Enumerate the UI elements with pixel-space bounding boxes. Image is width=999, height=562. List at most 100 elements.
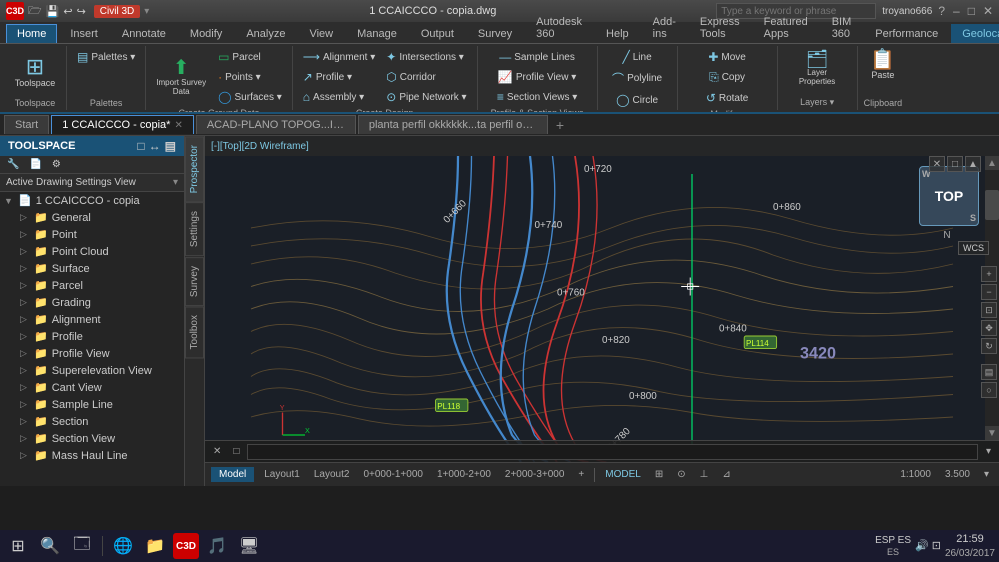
toolbox-tab[interactable]: Toolbox [185,306,204,358]
intersections-btn[interactable]: ✦ Intersections ▾ [382,48,470,66]
surfaces-btn[interactable]: ◯ Surfaces ▾ [214,88,286,106]
palettes-btn[interactable]: ▤ Palettes ▾ [73,48,139,66]
polyline-btn[interactable]: ⌒ Polyline [608,68,666,89]
profile-view-btn[interactable]: 📈 Profile View ▾ [494,68,580,86]
tab-annotate[interactable]: Annotate [111,24,177,43]
tab-autodesk360[interactable]: Autodesk 360 [525,12,593,43]
command-line-input[interactable] [247,444,978,460]
scale-label[interactable]: 1:1000 [896,468,935,481]
explorer-btn[interactable]: 📁 [141,532,169,560]
vp-restore-s-btn[interactable]: □ [229,445,243,458]
elevation-label[interactable]: 3.500 [941,468,974,481]
maximize-btn[interactable]: □ [968,4,975,18]
layer-properties-btn[interactable]: 🗂 LayerProperties [795,48,839,88]
corridor-btn[interactable]: ⬡ Corridor [382,68,470,86]
vp-maximize-btn[interactable]: ▲ [965,156,981,172]
survey-tab[interactable]: Survey [185,257,204,306]
cad-canvas[interactable]: 0+720 0+860 0+660 0+740 0+760 0+820 0+84… [205,156,999,462]
layout2-tab[interactable]: Layout2 [310,468,354,481]
tab-file-2[interactable]: ACAD-PLANO TOPOG...ILLCA PLANTA OK*✕ [196,115,356,134]
ts-node-sectionview[interactable]: ▷ 📁 Section View [0,430,184,447]
layout1-tab[interactable]: Layout1 [260,468,304,481]
ts-node-sampleline[interactable]: ▷ 📁 Sample Line [0,396,184,413]
points-btn[interactable]: · Points ▾ [214,68,286,86]
tab-file-3[interactable]: planta perfil okkkkkk...ta perfil okkkkk… [358,115,548,134]
dropdown-arrow[interactable]: ▾ [144,6,149,17]
clock[interactable]: 21:59 26/03/2017 [945,532,995,559]
ts-icon-pin[interactable]: ↔ [149,139,161,153]
tab-view[interactable]: View [298,24,344,43]
tab-output[interactable]: Output [410,24,465,43]
quick-undo[interactable]: ↩ [63,5,72,18]
ts-node-root[interactable]: ▼ 📄 1 CCAICCCO - copia [0,192,184,209]
tab-survey[interactable]: Survey [467,24,523,43]
close-btn[interactable]: ✕ [983,4,993,18]
toolspace-btn[interactable]: ⊞ Toolspace [10,54,60,90]
quick-redo[interactable]: ↪ [77,5,86,18]
close-tab-1[interactable]: ✕ [174,120,182,131]
ts-node-profile[interactable]: ▷ 📁 Profile [0,328,184,345]
station-1-tab[interactable]: 0+000-1+000 [359,468,427,481]
alignment-btn[interactable]: ⟶ Alignment ▾ [299,48,379,66]
zoom-extent-btn[interactable]: ⊡ [981,302,997,318]
ts-btn-2[interactable]: 📄 [26,158,44,171]
help-btn[interactable]: ? [938,4,945,18]
prospector-tab[interactable]: Prospector [185,136,204,202]
pan-btn[interactable]: ✥ [981,320,997,336]
tab-home[interactable]: Home [6,24,57,43]
add-tab-btn[interactable]: + [574,468,588,481]
ts-node-profileview[interactable]: ▷ 📁 Profile View [0,345,184,362]
nav-cube-face[interactable]: W TOP S [919,166,979,226]
quick-save[interactable]: 🗁 [28,2,42,21]
tab-insert[interactable]: Insert [59,24,109,43]
tab-geolocation[interactable]: Geolocation [951,24,999,43]
vp-close-btn[interactable]: ✕ [929,156,945,172]
ts-node-general[interactable]: ▷ 📁 General [0,209,184,226]
move-btn[interactable]: ✚ Move [704,48,750,66]
tab-help[interactable]: Help [595,24,640,43]
profile-ribbon-btn[interactable]: ↗ Profile ▾ [299,68,379,86]
model-mode-btn[interactable]: MODEL [601,468,645,481]
steering-wheel-btn[interactable]: ○ [981,382,997,398]
rotate-btn[interactable]: ↺ Rotate [702,89,753,107]
tab-expresstools[interactable]: Express Tools [689,12,751,43]
ts-node-masshaulline[interactable]: ▷ 📁 Mass Haul Line [0,447,184,464]
ts-dropdown[interactable]: Active Drawing Settings View ▾ [0,174,184,192]
ts-node-cantview[interactable]: ▷ 📁 Cant View [0,379,184,396]
zoom-in-btn[interactable]: + [981,266,997,282]
tab-manage[interactable]: Manage [346,24,408,43]
vp-close-x-btn[interactable]: ✕ [209,445,225,458]
tab-addins[interactable]: Add-ins [642,12,687,43]
system-tray[interactable]: 🔊 ⊡ [915,539,941,552]
ts-node-superelevation[interactable]: ▷ 📁 Superelevation View [0,362,184,379]
ts-node-surface[interactable]: ▷ 📁 Surface [0,260,184,277]
ts-node-section[interactable]: ▷ 📁 Section [0,413,184,430]
tab-file-1[interactable]: 1 CCAICCCO - copia*✕ [51,115,194,134]
assembly-btn[interactable]: ⌂ Assembly ▾ [299,88,379,106]
ts-node-pointcloud[interactable]: ▷ 📁 Point Cloud [0,243,184,260]
station-2-tab[interactable]: 1+000-2+00 [433,468,495,481]
tab-performance[interactable]: Performance [864,24,949,43]
minimize-btn[interactable]: – [953,4,960,18]
zoom-out-btn[interactable]: − [981,284,997,300]
grid-btn[interactable]: ⊞ [651,468,667,481]
sample-lines-btn[interactable]: — Sample Lines [495,48,579,66]
command-autocomplete-btn[interactable]: ▾ [982,445,995,458]
autocad-taskbar-btn[interactable]: C3D [173,533,199,559]
copy-btn[interactable]: ⎘ Copy [705,68,749,87]
monitor-btn[interactable]: 🖥 [235,532,263,560]
search-taskbar-btn[interactable]: 🔍 [36,532,64,560]
tab-start[interactable]: Start [4,115,49,134]
ortho-btn[interactable]: ⊥ [696,468,713,481]
vp-restore-btn[interactable]: □ [947,156,963,172]
tab-modify[interactable]: Modify [179,24,233,43]
taskview-btn[interactable]: 🗔 [68,532,96,560]
section-views-btn[interactable]: ≡ Section Views ▾ [493,88,581,106]
viewport[interactable]: [-][Top][2D Wireframe] [205,136,999,462]
ts-btn-1[interactable]: 🔧 [4,158,22,171]
ts-node-grading[interactable]: ▷ 📁 Grading [0,294,184,311]
snap-btn[interactable]: ⊙ [673,468,689,481]
paste-btn[interactable]: 📋 Paste [866,48,899,82]
quick-open[interactable]: 💾 [46,5,60,18]
ts-node-alignment[interactable]: ▷ 📁 Alignment [0,311,184,328]
